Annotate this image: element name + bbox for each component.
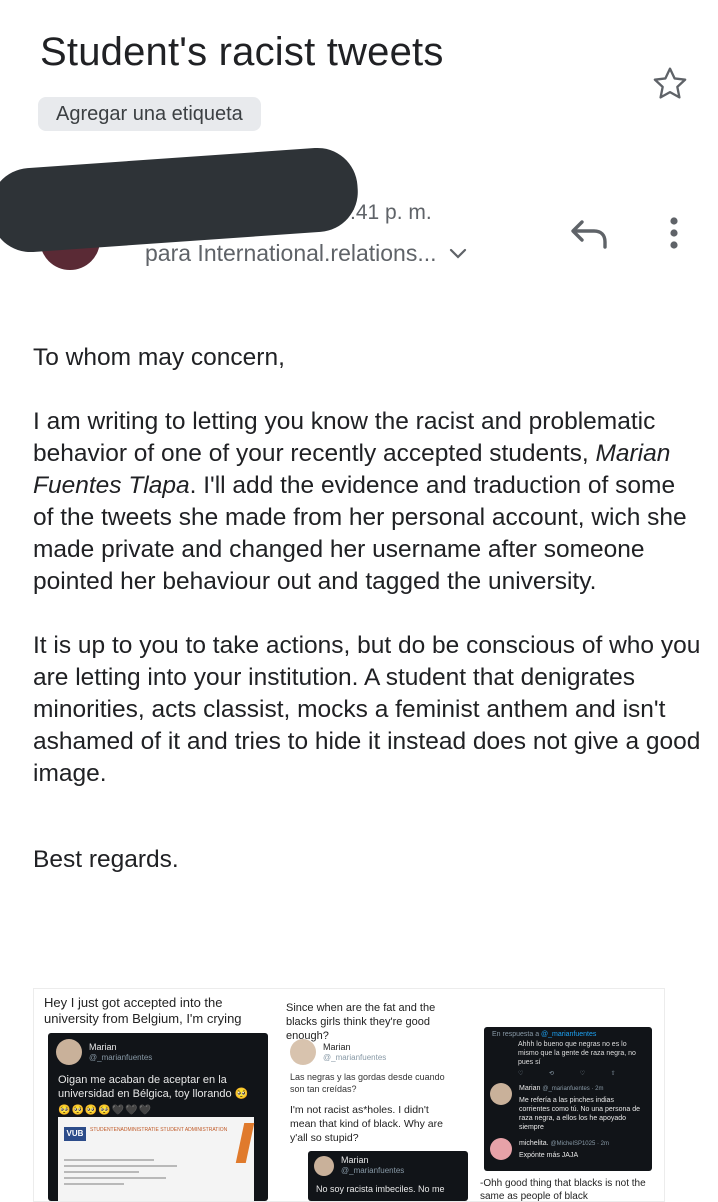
tweet-handle: @_marianfuentes · 2m — [542, 1086, 604, 1092]
reply-icon[interactable] — [568, 216, 612, 250]
reply-context: En respuesta a @_marianfuentes — [492, 1031, 597, 1038]
tweet-avatar — [490, 1138, 512, 1160]
tweet-text: Expóntе más JAJA — [519, 1152, 579, 1159]
acceptance-document: VUB STUDENTENADMINISTRATIE STUDENT ADMIN… — [58, 1117, 255, 1201]
panel-note: I'm not racist as*holes. I didn't mean t… — [290, 1104, 443, 1144]
document-header: STUDENTENADMINISTRATIE STUDENT ADMINISTR… — [90, 1127, 228, 1133]
tweet-handle: @_marianfuentes — [89, 1052, 153, 1062]
tweet-text: Ahhh lo bueno que negras no es lo mismo … — [518, 1041, 636, 1066]
tweet-name: Marian — [89, 1041, 117, 1052]
tweet-name: Marian — [323, 1041, 351, 1052]
tweet-avatar — [314, 1155, 334, 1176]
tweet-reply-1: Marian @_marianfuentes · 2m Me refería a… — [484, 1077, 652, 1132]
email-body: To whom may concern, I am writing to let… — [33, 342, 701, 876]
star-icon[interactable] — [650, 64, 690, 104]
tweet-actions: ♡ ⟲ ♡ ⇧ — [518, 1071, 628, 1077]
tweet-handle: @_marianfuentes — [323, 1052, 387, 1062]
attachment-image[interactable]: Hey I just got accepted into the univers… — [33, 988, 665, 1202]
panel-caption: Hey I just got accepted into the univers… — [44, 995, 242, 1026]
evidence-panel-3: En respuesta a @_marianfuentes Ahhh lo b… — [478, 989, 662, 1201]
tweet-text: Me refería a las pinches indias corrient… — [519, 1097, 641, 1131]
chevron-down-icon[interactable] — [449, 248, 467, 260]
tweet-name: Marian — [341, 1155, 369, 1165]
tweet-avatar — [290, 1039, 316, 1065]
evidence-panel-2: Since when are the fat and the blacks gi… — [282, 989, 468, 1201]
greeting: To whom may concern, — [33, 344, 285, 371]
tweet-handle: @_marianfuentes — [341, 1166, 405, 1175]
recipients-text: para International.relations... — [145, 240, 437, 266]
email-subject: Student's racist tweets — [40, 30, 444, 74]
tweet-card-light: Marian @_marianfuentes Las negras y las … — [286, 1035, 456, 1145]
document-stripe — [235, 1123, 255, 1163]
evidence-panel-1: Hey I just got accepted into the univers… — [40, 989, 276, 1201]
body-paragraph-2: It is up to you to take actions, but do … — [33, 632, 701, 787]
panel-caption: -Ohh good thing that blacks is not the s… — [480, 1178, 646, 1202]
add-label-chip[interactable]: Agregar una etiqueta — [38, 97, 261, 131]
body-paragraph-1: I am writing to letting you know the rac… — [33, 406, 701, 598]
tweet-text: Oigan me acaban de aceptar en la univers… — [58, 1074, 249, 1100]
tweet-card-dark: Marian @_marianfuentes No soy racista im… — [308, 1151, 468, 1201]
tweet-avatar — [56, 1039, 82, 1065]
tweet-avatar — [490, 1083, 512, 1105]
document-text-lines — [64, 1155, 214, 1189]
university-logo: VUB — [64, 1127, 86, 1141]
tweet-reply-2: michelita. @MichelSP1025 · 2m Expóntе má… — [484, 1132, 652, 1160]
tweet-name: Marian — [519, 1085, 541, 1092]
tweet-handle: @MichelSP1025 · 2m — [550, 1141, 609, 1147]
tweet-text: Las negras y las gordas desde cuando son… — [290, 1072, 445, 1094]
tweet-text: No soy racista imbeciles. No me — [316, 1184, 445, 1194]
closing: Best regards. — [33, 846, 179, 873]
tweet-thread: En respuesta a @_marianfuentes Ahhh lo b… — [484, 1027, 652, 1171]
tweet-name: michelita. — [519, 1140, 549, 1147]
recipients-line[interactable]: para International.relations... — [145, 240, 467, 267]
more-vert-icon[interactable] — [664, 214, 684, 254]
para1-start: I am writing to letting you know the rac… — [33, 408, 656, 467]
